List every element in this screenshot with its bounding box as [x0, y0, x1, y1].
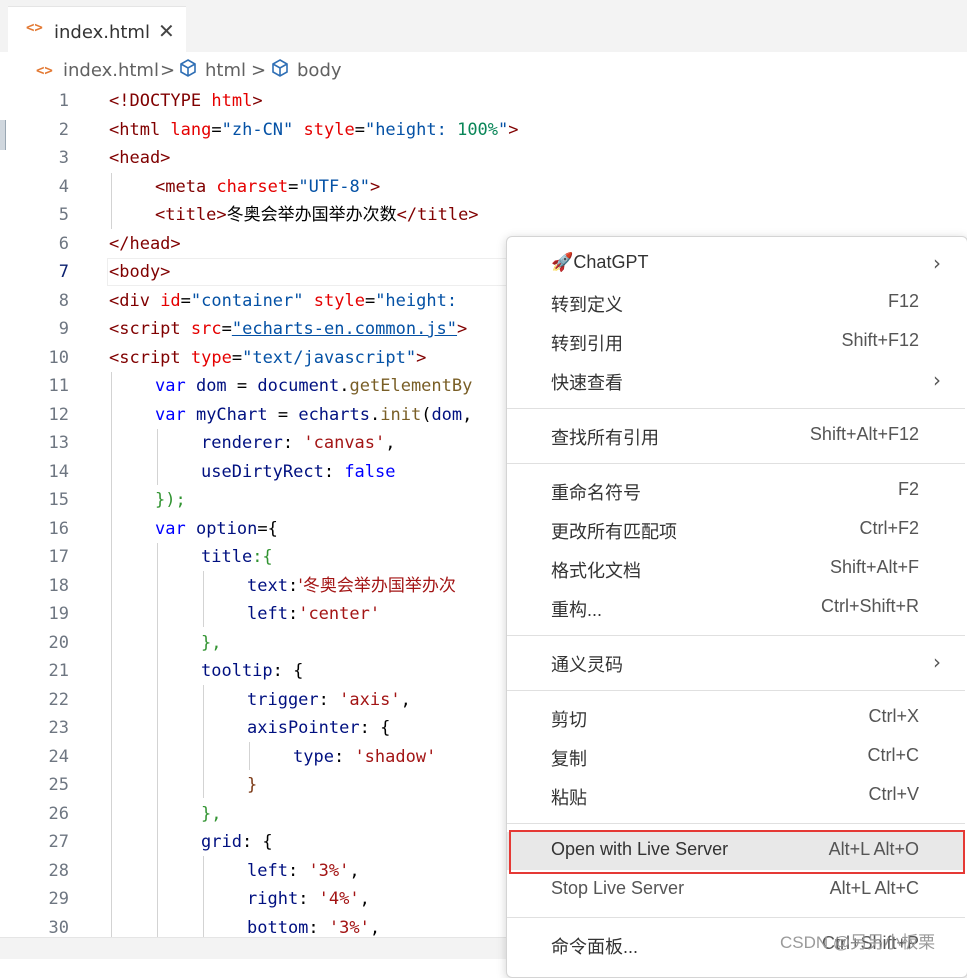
- menu-item-open-with-live-server[interactable]: Open with Live Server Alt+L Alt+O: [507, 830, 965, 874]
- chevron-right-icon: ›: [933, 650, 941, 674]
- menu-item-shortcut: Alt+L Alt+C: [829, 878, 919, 898]
- menu-item-label: 格式化文档: [551, 561, 641, 581]
- close-icon[interactable]: ✕: [158, 19, 175, 43]
- menu-item-label: 转到引用: [551, 334, 623, 354]
- menu-item-chatgpt[interactable]: 🚀ChatGPT ›: [507, 245, 965, 283]
- menu-item-change-all-occurrences[interactable]: 更改所有匹配项 Ctrl+F2: [507, 511, 965, 549]
- menu-item-label: 通义灵码: [551, 655, 623, 675]
- menu-item-cut[interactable]: 剪切 Ctrl+X: [507, 699, 965, 737]
- menu-item-label: 查找所有引用: [551, 428, 659, 448]
- cube-icon: [178, 58, 198, 83]
- menu-item-go-to-definition[interactable]: 转到定义 F12: [507, 284, 965, 322]
- tab-index-html[interactable]: <> index.html ✕: [8, 6, 186, 53]
- menu-separator: [507, 823, 965, 824]
- menu-separator: [507, 408, 965, 409]
- menu-item-shortcut: Ctrl+X: [868, 706, 919, 726]
- menu-item-shortcut: Shift+F12: [841, 330, 919, 350]
- breadcrumb-html[interactable]: html: [205, 60, 246, 81]
- menu-item-label: 重构...: [551, 600, 603, 620]
- menu-item-find-all-references[interactable]: 查找所有引用 Shift+Alt+F12: [507, 417, 965, 455]
- menu-separator: [507, 917, 965, 918]
- menu-item-shortcut: Ctrl+F2: [859, 518, 919, 538]
- html-file-icon: <>: [26, 20, 43, 36]
- menu-item-shortcut: Ctrl+Shift+R: [820, 596, 919, 616]
- breadcrumb-file[interactable]: index.html: [63, 60, 159, 81]
- menu-item-shortcut: F12: [887, 291, 919, 311]
- menu-item-format-document[interactable]: 格式化文档 Shift+Alt+F: [507, 550, 965, 588]
- menu-item-label: 更改所有匹配项: [551, 522, 677, 542]
- menu-item-label: Open with Live Server: [551, 839, 729, 859]
- menu-item-label: Stop Live Server: [551, 878, 685, 898]
- chevron-right-icon: >: [251, 60, 267, 81]
- menu-separator: [507, 690, 965, 691]
- menu-item-label: ChatGPT: [573, 252, 649, 272]
- menu-item-label: 命令面板...: [551, 937, 639, 957]
- breadcrumb: <> index.html > html > body: [0, 52, 967, 90]
- menu-item-label: 复制: [551, 749, 587, 769]
- rocket-icon: 🚀: [551, 252, 574, 272]
- code-line: 2 <html lang="zh-CN" style="height: 100%"…: [58, 119, 519, 140]
- menu-item-go-to-references[interactable]: 转到引用 Shift+F12: [507, 323, 965, 361]
- menu-item-rename-symbol[interactable]: 重命名符号 F2: [507, 472, 965, 510]
- breadcrumb-body[interactable]: body: [297, 60, 342, 81]
- menu-item-shortcut: Shift+Alt+F12: [809, 424, 919, 444]
- menu-item-tongyi-lingma[interactable]: 通义灵码 ›: [507, 644, 965, 682]
- watermark: CSDN @另另小板栗: [780, 933, 936, 952]
- chevron-right-icon: >: [160, 60, 176, 81]
- chevron-right-icon: ›: [933, 251, 941, 275]
- code-line: 1 <!DOCTYPE html>: [58, 91, 263, 111]
- code-line: 4 <meta charset="UTF-8">: [58, 176, 381, 197]
- menu-item-shortcut: F2: [897, 479, 919, 499]
- menu-item-label: 转到定义: [551, 295, 623, 315]
- menu-item-shortcut: Alt+L Alt+O: [828, 839, 919, 859]
- menu-item-label: 重命名符号: [551, 483, 641, 503]
- menu-separator: [507, 463, 965, 464]
- menu-item-shortcut: Ctrl+V: [868, 784, 919, 804]
- menu-item-stop-live-server[interactable]: Stop Live Server Alt+L Alt+C: [507, 871, 965, 909]
- menu-item-label: 粘贴: [551, 788, 587, 808]
- tab-bar: <> index.html ✕: [0, 0, 967, 53]
- code-line: 3 <head>: [58, 148, 171, 168]
- menu-item-refactor[interactable]: 重构... Ctrl+Shift+R: [507, 589, 965, 627]
- code-line: 5 <title>冬奥会举办国举办次数</title>: [58, 205, 479, 225]
- menu-item-copy[interactable]: 复制 Ctrl+C: [507, 738, 965, 776]
- menu-item-shortcut: Ctrl+C: [867, 745, 919, 765]
- menu-item-peek[interactable]: 快速查看 ›: [507, 362, 965, 400]
- context-menu: 🚀ChatGPT › 转到定义 F12 转到引用 Shift+F12 快速查看 › 查…: [506, 236, 967, 978]
- tab-title: index.html: [54, 22, 150, 43]
- menu-item-shortcut: Shift+Alt+F: [829, 557, 919, 577]
- menu-item-label: 快速查看: [551, 373, 623, 393]
- script-src-link[interactable]: "echarts-en.common.js": [232, 319, 457, 339]
- menu-item-paste[interactable]: 粘贴 Ctrl+V: [507, 777, 965, 815]
- chevron-right-icon: ›: [933, 368, 941, 392]
- menu-separator: [507, 635, 965, 636]
- html-file-icon: <>: [36, 63, 53, 79]
- menu-item-label: 剪切: [551, 710, 587, 730]
- cube-icon: [270, 58, 290, 83]
